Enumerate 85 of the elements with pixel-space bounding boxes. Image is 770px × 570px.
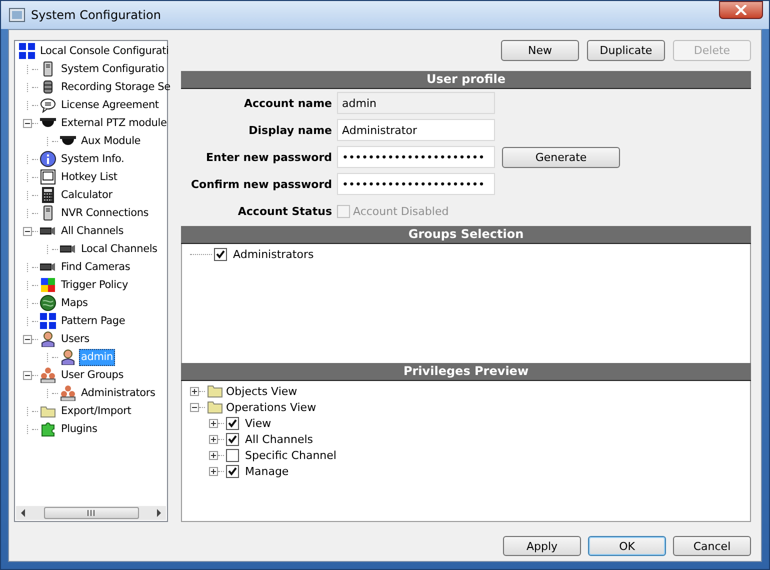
collapse-icon[interactable]: [23, 118, 32, 128]
color-squares-icon: [40, 277, 56, 293]
tree-item[interactable]: Plugins: [59, 420, 100, 438]
grid-icon: [40, 313, 56, 329]
horizontal-scrollbar[interactable]: [16, 506, 166, 520]
window-title: System Configuration: [31, 8, 162, 22]
collapse-icon[interactable]: [23, 226, 32, 236]
field-label: Account Status: [236, 204, 332, 218]
checkbox[interactable]: [214, 248, 227, 260]
globe-icon: [40, 295, 56, 311]
close-icon: [735, 5, 747, 15]
info-icon: [40, 151, 56, 167]
field-label: Display name: [248, 124, 332, 136]
checkbox[interactable]: [226, 432, 239, 446]
field-label: Confirm new password: [190, 178, 332, 190]
group-name: Administrators: [233, 248, 314, 260]
tree-item[interactable]: Local Channels: [79, 240, 160, 258]
close-button[interactable]: [719, 1, 763, 19]
tree-item[interactable]: Find Cameras: [59, 258, 132, 276]
tree-item[interactable]: System Configuratio: [59, 60, 166, 78]
folder-icon: [207, 400, 223, 414]
tree-item[interactable]: Manage: [245, 464, 289, 478]
input-field[interactable]: ••••••••••••••••••••••: [337, 173, 495, 195]
toolbar-button[interactable]: Duplicate: [587, 40, 665, 61]
grid-icon: [19, 43, 35, 59]
tree-item[interactable]: Operations View: [226, 400, 316, 414]
puzzle-icon: [40, 421, 56, 437]
tree-item[interactable]: Recording Storage Se: [59, 78, 172, 96]
tree-item[interactable]: Specific Channel: [245, 448, 336, 462]
tree-item[interactable]: All Channels: [245, 432, 314, 446]
expand-icon[interactable]: [190, 386, 199, 396]
expand-icon[interactable]: [209, 466, 218, 476]
collapse-icon[interactable]: [190, 402, 199, 412]
expand-icon[interactable]: [209, 434, 218, 444]
tree-item[interactable]: Maps: [59, 294, 90, 312]
folder-icon: [207, 384, 223, 398]
window-icon: [9, 8, 25, 22]
tree-item[interactable]: System Info.: [59, 150, 126, 168]
tree-item[interactable]: Hotkey List: [59, 168, 120, 186]
grip-icon: [87, 510, 95, 516]
key-cap-icon: [40, 169, 56, 185]
users-icon: [40, 367, 56, 383]
users-icon: [60, 385, 76, 401]
checkbox[interactable]: [226, 464, 239, 478]
tree-item[interactable]: NVR Connections: [59, 204, 151, 222]
input-field[interactable]: ••••••••••••••••••••••: [337, 146, 495, 168]
tree-item[interactable]: Users: [59, 330, 92, 348]
dialog-button[interactable]: Cancel: [673, 536, 751, 556]
collapse-icon[interactable]: [23, 334, 32, 344]
tree-item[interactable]: Trigger Policy: [59, 276, 130, 294]
checkbox-label: Account Disabled: [353, 204, 449, 218]
field-label: Enter new password: [204, 150, 332, 164]
dialog-button[interactable]: Apply: [503, 536, 581, 556]
toolbar-button[interactable]: New: [501, 40, 579, 61]
tree-item[interactable]: Administrators: [79, 384, 158, 402]
user-icon: [40, 331, 56, 347]
expand-icon[interactable]: [209, 418, 218, 428]
tree-item[interactable]: License Agreement: [59, 96, 161, 114]
user-icon: [60, 349, 76, 365]
tree-item[interactable]: Objects View: [226, 384, 298, 398]
tree-item[interactable]: View: [245, 416, 272, 430]
field-label: Account name: [242, 96, 332, 110]
tree-item[interactable]: Calculator: [59, 186, 114, 204]
tree-item[interactable]: Local Console Configurati: [38, 42, 171, 60]
input-field[interactable]: Administrator: [337, 119, 495, 141]
dialog-button[interactable]: OK: [588, 536, 666, 556]
tree-item[interactable]: External PTZ module: [59, 114, 169, 132]
tree-item[interactable]: All Channels: [59, 222, 126, 240]
collapse-icon[interactable]: [23, 370, 32, 380]
tree-item[interactable]: Pattern Page: [59, 312, 128, 330]
tree-item[interactable]: Export/Import: [59, 402, 134, 420]
tree-item[interactable]: User Groups: [59, 366, 126, 384]
section-header: Groups Selection: [181, 226, 751, 244]
input-field[interactable]: admin: [337, 92, 495, 114]
scroll-left-icon[interactable]: [20, 509, 26, 517]
scroll-right-icon[interactable]: [156, 509, 162, 517]
section-header: User profile: [181, 71, 751, 89]
calculator-icon: [40, 187, 56, 203]
section-header: Privileges Preview: [181, 363, 751, 381]
checkbox[interactable]: [226, 416, 239, 430]
tree-item[interactable]: Aux Module: [79, 132, 143, 150]
speech-bubble-icon: [40, 97, 56, 113]
checkbox[interactable]: [226, 448, 239, 462]
generate-button[interactable]: Generate: [502, 146, 620, 168]
expand-icon[interactable]: [209, 450, 218, 460]
